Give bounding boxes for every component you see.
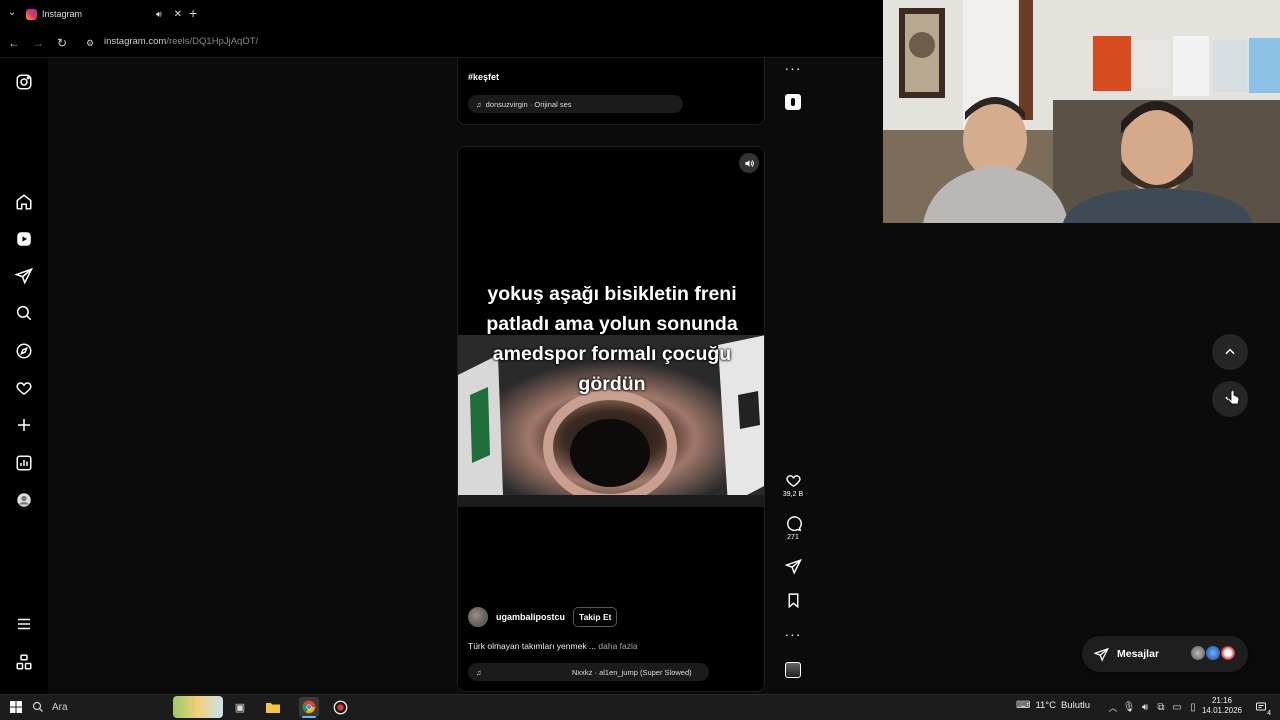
tab-list-chevron-icon[interactable]: ⌄: [8, 7, 16, 18]
clock-date: 14.01.2026: [1201, 706, 1243, 715]
weather-condition: Bulutlu: [1060, 700, 1091, 711]
url-path: /reels/DQ1HpJjAqOT/: [166, 36, 259, 47]
chevron-up-icon[interactable]: ︿: [1105, 699, 1121, 715]
tab-audio-icon[interactable]: 🔊︎: [156, 9, 162, 20]
reels-icon[interactable]: [14, 229, 34, 249]
notification-center-button[interactable]: 4: [1252, 699, 1271, 717]
save-button[interactable]: [782, 592, 804, 609]
reel-description-text: Türk olmayan takımları yenmek ...: [468, 641, 597, 651]
like-button[interactable]: 39,2 B: [782, 472, 804, 498]
comment-count: 271: [787, 534, 799, 541]
search-icon[interactable]: [14, 303, 34, 323]
reel-overlay-text: yokuş aşağı bisikletin freni patladı ama…: [486, 283, 738, 395]
microphone-icon[interactable]: 🎙︎: [1121, 699, 1137, 715]
screen-recorder-icon[interactable]: [332, 699, 348, 715]
new-tab-icon[interactable]: +: [189, 5, 197, 21]
instagram-favicon-icon: [26, 8, 37, 20]
previous-reel-audio[interactable]: ♫ donsuzvirgin · Orijinal ses: [468, 95, 683, 113]
home-icon[interactable]: [14, 192, 34, 212]
messages-label: Mesajlar: [1117, 648, 1160, 660]
back-icon[interactable]: ←: [6, 35, 22, 51]
more-icon: ···: [784, 626, 802, 642]
search-icon: [32, 701, 43, 712]
url-field[interactable]: instagram.com/reels/DQ1HpJjAqOT/: [104, 36, 258, 47]
site-info-icon[interactable]: ⚙︎: [82, 35, 98, 51]
bookmark-icon: [788, 593, 798, 609]
tab-close-icon[interactable]: ✕: [174, 9, 182, 20]
profile-icon[interactable]: [14, 490, 34, 510]
menu-icon[interactable]: [14, 614, 34, 634]
reel-author-row: ugambalipostcu Takip Et: [468, 607, 618, 627]
keyboard-layout-icon: ⌨︎: [1016, 700, 1031, 711]
temperature: 11°C: [1035, 700, 1056, 711]
audio-thumbnail[interactable]: [782, 662, 804, 678]
reload-icon[interactable]: ↻: [54, 35, 70, 51]
share-button[interactable]: [782, 558, 804, 575]
reel-description: Türk olmayan takımları yenmek ... daha f…: [468, 641, 638, 651]
reel-audio-label: Nxxkz · al1en_jump (Super Slowed): [572, 667, 692, 677]
speaker-icon[interactable]: 🔊︎: [1137, 699, 1153, 715]
previous-reel-audio-thumb[interactable]: [782, 94, 804, 110]
previous-reel-more-icon[interactable]: ···: [782, 60, 804, 76]
webcam-overlay: [883, 0, 1280, 223]
file-explorer-icon[interactable]: [265, 699, 281, 715]
send-icon: [784, 558, 802, 575]
instagram-icon[interactable]: [14, 72, 34, 92]
create-icon[interactable]: [14, 415, 34, 435]
avatar: [1220, 645, 1236, 661]
taskbar-search[interactable]: Ara: [32, 698, 172, 716]
insights-icon[interactable]: [14, 453, 34, 473]
network-icon[interactable]: ⧉: [1153, 699, 1169, 715]
previous-reel-audio-label: donsuzvirgin · Orijinal ses: [485, 99, 572, 109]
previous-reel-card: [457, 58, 765, 125]
mouse-cursor-icon: [1227, 389, 1240, 411]
tab-title: Instagram: [42, 9, 83, 19]
follow-button[interactable]: Takip Et: [573, 607, 618, 627]
url-host: instagram.com: [104, 36, 167, 47]
music-note-icon: ♫: [476, 667, 482, 677]
task-view-icon[interactable]: ▣: [232, 699, 248, 715]
notification-count: 4: [1267, 710, 1271, 717]
heart-icon[interactable]: [14, 378, 34, 398]
weather-widget[interactable]: ⌨︎ 11°C Bulutlu: [1016, 700, 1090, 711]
apps-icon[interactable]: [14, 652, 34, 672]
comment-button[interactable]: 271: [782, 515, 804, 541]
clock-time: 21:16: [1211, 696, 1233, 705]
send-icon: [1094, 647, 1109, 662]
music-note-icon: ♫: [476, 99, 482, 109]
windows-start-icon[interactable]: [8, 699, 24, 715]
previous-reel-button[interactable]: [1212, 334, 1248, 370]
system-clock[interactable]: 21:16 14.01.2026: [1200, 696, 1244, 716]
display-icon[interactable]: ▭: [1169, 699, 1185, 715]
notification-icon: [1256, 702, 1266, 711]
volume-icon[interactable]: [739, 153, 759, 173]
heart-icon: [785, 475, 801, 488]
browser-tab[interactable]: Instagram 🔊︎ ✕: [26, 4, 182, 24]
taskbar-search-placeholder: Ara: [52, 701, 68, 713]
previous-reel-hashtag[interactable]: #keşfet: [468, 72, 499, 82]
comment-icon: [786, 516, 802, 532]
reel-video[interactable]: yokuş aşağı bisikletin freni patladı ama…: [457, 146, 765, 692]
chrome-icon[interactable]: [299, 697, 319, 717]
username[interactable]: ugambalipostcu: [496, 612, 565, 622]
avatar[interactable]: [468, 607, 488, 627]
explore-icon[interactable]: [14, 341, 34, 361]
forward-icon[interactable]: →: [30, 35, 46, 51]
avatar: [1190, 645, 1206, 661]
search-highlight-image[interactable]: [173, 696, 223, 718]
send-icon[interactable]: [14, 266, 34, 286]
avatar: [1205, 645, 1221, 661]
like-count: 39,2 B: [782, 491, 804, 498]
battery-icon[interactable]: ▯: [1185, 699, 1201, 715]
chevron-up-icon: [1225, 348, 1235, 355]
more-options-button[interactable]: ···: [782, 626, 804, 642]
more-link[interactable]: daha fazla: [598, 641, 637, 651]
active-app-indicator: [302, 716, 316, 718]
reel-audio[interactable]: ♫ Nxxkz · al1en_jump (Super Slowed): [468, 663, 709, 681]
left-nav-rail: [0, 58, 48, 694]
